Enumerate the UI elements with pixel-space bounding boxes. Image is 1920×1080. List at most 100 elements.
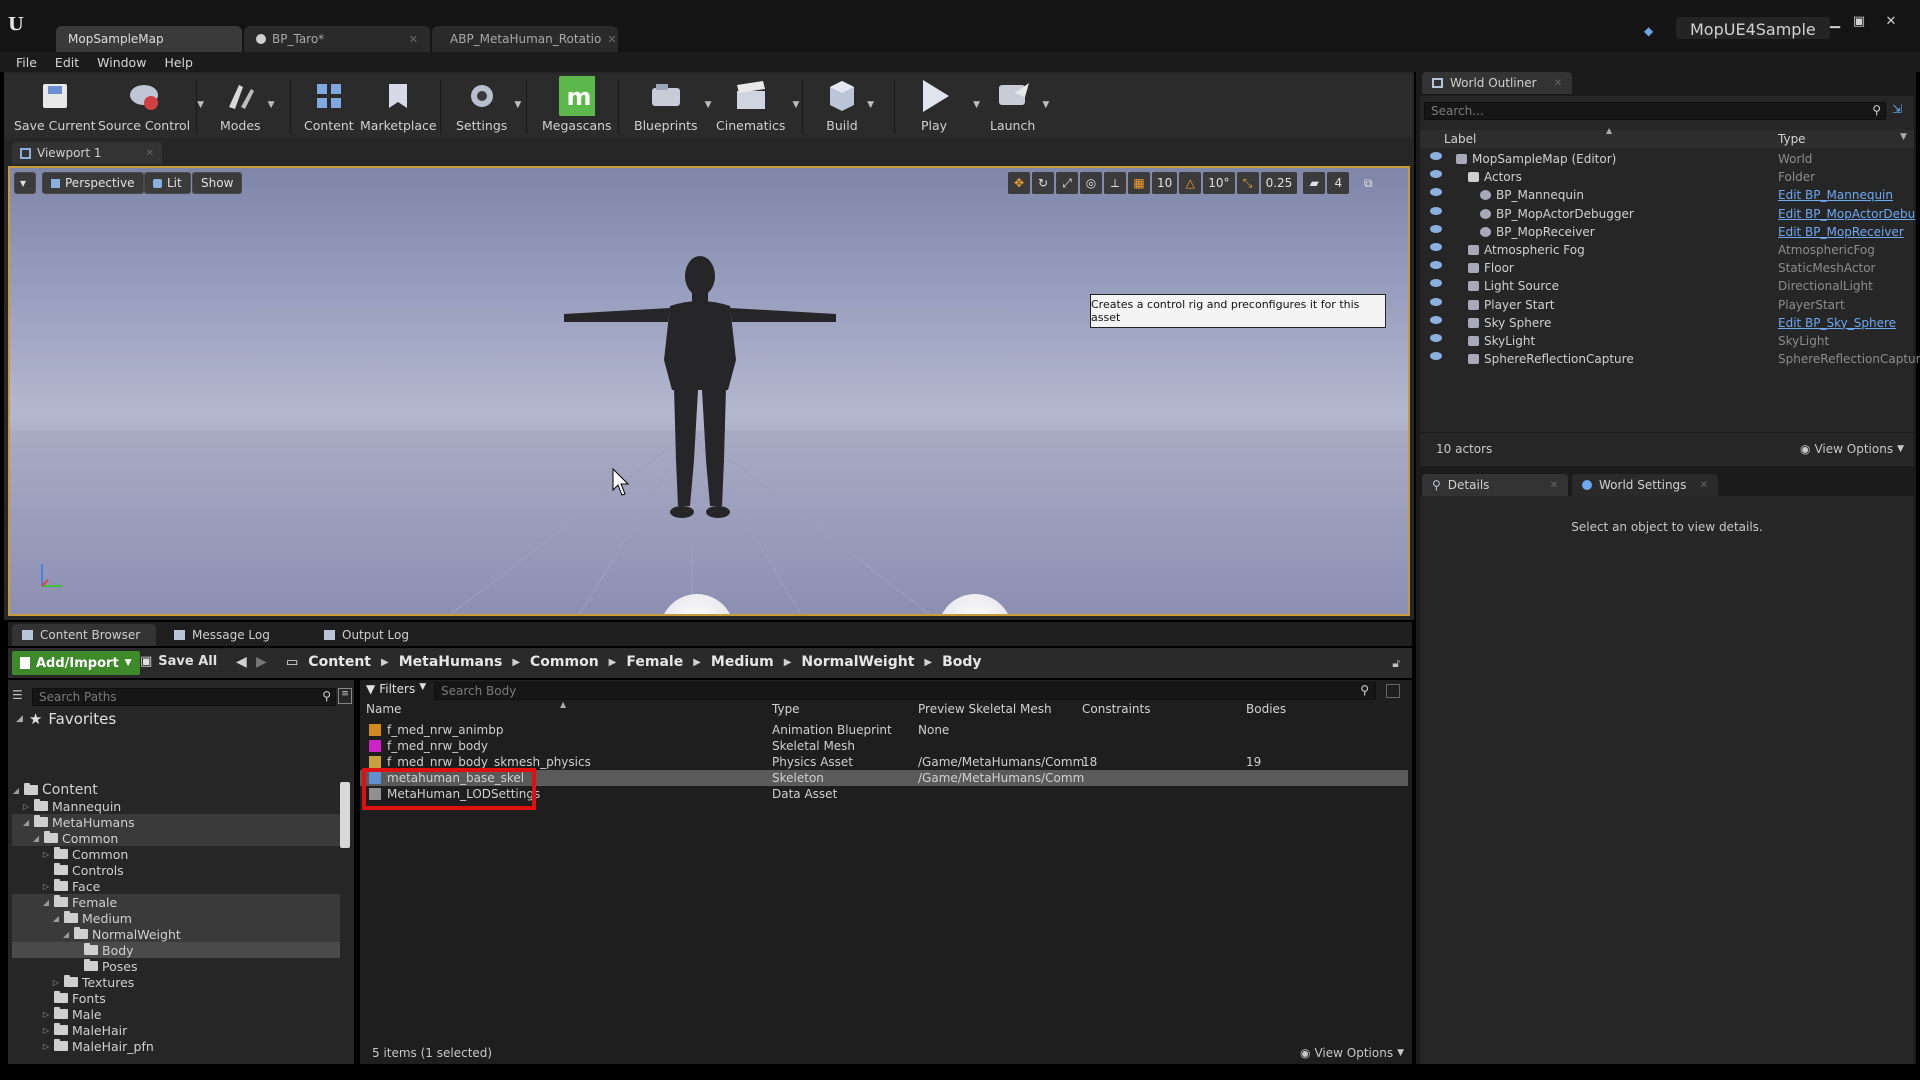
menu-edit[interactable]: Edit xyxy=(55,55,79,70)
folder-tree-item[interactable]: ▷ MaleHair_pfn xyxy=(12,1038,340,1054)
maximize-viewport-icon[interactable]: ⧉ xyxy=(1357,172,1379,194)
breadcrumb-metahumans[interactable]: MetaHumans xyxy=(399,654,503,670)
chevron-right-icon[interactable]: ▶ xyxy=(381,657,389,668)
outliner-row[interactable]: Floor StaticMeshActor xyxy=(1420,259,1914,277)
lit-button[interactable]: Lit xyxy=(144,172,191,194)
lock-icon[interactable]: 🔓︎ xyxy=(1392,656,1400,671)
breadcrumb-normalweight[interactable]: NormalWeight xyxy=(801,654,914,670)
scale-snap-value[interactable]: 0.25 xyxy=(1260,172,1298,194)
outliner-view-options-button[interactable]: ◉ View Options ▼ xyxy=(1800,442,1904,456)
tab-mopsamplemap[interactable]: MopSampleMap xyxy=(56,26,242,52)
grid-snap-icon[interactable]: ▦ xyxy=(1128,172,1150,194)
outliner-row[interactable]: Atmospheric Fog AtmosphericFog xyxy=(1420,241,1914,259)
chevron-down-icon[interactable]: ◢ xyxy=(32,834,40,843)
tab-world-outliner[interactable]: World Outliner ✕ xyxy=(1422,72,1572,94)
breadcrumb-body[interactable]: Body xyxy=(942,654,981,670)
breadcrumb-content[interactable]: Content xyxy=(308,654,371,670)
minimize-icon[interactable]: ▁ xyxy=(1824,15,1846,31)
column-header-type[interactable]: Type xyxy=(772,702,800,720)
tab-abp-metahuman[interactable]: ABP_MetaHuman_Rotatio ✕ xyxy=(432,26,618,52)
tab-bp-taro[interactable]: BP_Taro* ✕ xyxy=(244,26,430,52)
chevron-right-icon[interactable]: ▷ xyxy=(42,1026,50,1035)
menu-help[interactable]: Help xyxy=(164,55,193,70)
surface-snap-icon[interactable]: ⟂ xyxy=(1104,172,1126,194)
rotation-snap-value[interactable]: 10° xyxy=(1203,172,1235,194)
level-viewport[interactable]: ▾ Perspective Lit Show ✥ ↻ ⤢ ◎ ⟂ ▦ 10 △ … xyxy=(8,166,1410,616)
source-control-button[interactable]: Source Control ▼ xyxy=(98,76,204,138)
edit-blueprint-link[interactable]: Edit BP_MopActorDebu xyxy=(1778,207,1915,221)
chevron-right-icon[interactable]: ▶ xyxy=(512,657,520,668)
chevron-right-icon[interactable]: ▶ xyxy=(924,657,932,668)
visibility-eye-icon[interactable] xyxy=(1430,243,1442,251)
outliner-row[interactable]: SphereReflectionCapture SphereReflectionC… xyxy=(1420,350,1920,368)
chevron-down-icon[interactable]: ▼ xyxy=(973,100,980,110)
modes-button[interactable]: Modes ▼ xyxy=(220,76,275,138)
scale-icon[interactable]: ⤢ xyxy=(1056,172,1078,194)
viewport-options-button[interactable]: ▾ xyxy=(14,172,36,194)
folder-tree-item[interactable]: ◢ Female xyxy=(12,894,340,910)
feedback-icon[interactable]: ◆ xyxy=(1644,24,1658,38)
search-body-input[interactable]: Search Body ⚲ xyxy=(434,682,1376,700)
folder-tree-item[interactable]: ▷ Face xyxy=(12,878,340,894)
cinematics-button[interactable]: Cinematics ▼ xyxy=(716,76,799,138)
search-paths-input[interactable]: Search Paths ⚲ xyxy=(32,688,336,706)
asset-row[interactable]: f_med_nrw_body Skeletal Mesh xyxy=(360,738,1408,754)
maximize-icon[interactable]: ▣ xyxy=(1848,15,1870,31)
unreal-logo-icon[interactable]: U xyxy=(8,14,30,36)
tab-content-browser[interactable]: Content Browser xyxy=(12,624,156,646)
visibility-eye-icon[interactable] xyxy=(1430,224,1442,233)
rotation-snap-icon[interactable]: △ xyxy=(1179,172,1202,194)
chevron-down-icon[interactable]: ▼ xyxy=(1042,100,1049,110)
save-search-icon[interactable] xyxy=(1386,684,1400,698)
chevron-right-icon[interactable]: ▷ xyxy=(22,802,30,811)
rotate-icon[interactable]: ↻ xyxy=(1032,172,1054,194)
launch-button[interactable]: Launch ▼ xyxy=(990,76,1049,138)
visibility-eye-icon[interactable] xyxy=(1430,170,1442,179)
chevron-down-icon[interactable]: ◢ xyxy=(22,818,30,827)
close-icon[interactable]: ✕ xyxy=(146,148,154,159)
close-icon[interactable]: ✕ xyxy=(409,33,418,46)
breadcrumb-common[interactable]: Common xyxy=(530,654,599,670)
marketplace-button[interactable]: Marketplace xyxy=(360,76,437,138)
forward-arrow-icon[interactable]: ▶ xyxy=(256,654,267,670)
save-current-button[interactable]: Save Current xyxy=(14,76,96,138)
chevron-right-icon[interactable]: ▶ xyxy=(693,657,701,668)
edit-blueprint-link[interactable]: Edit BP_Sky_Sphere xyxy=(1778,316,1896,330)
outliner-row[interactable]: SkyLight SkyLight xyxy=(1420,332,1914,350)
menu-window[interactable]: Window xyxy=(97,55,146,70)
camera-speed-icon[interactable]: ▰ xyxy=(1303,172,1326,194)
visibility-eye-icon[interactable] xyxy=(1430,297,1442,306)
folder-tree-item[interactable]: ◢ Common xyxy=(12,830,340,846)
folder-tree-item[interactable]: ◢ NormalWeight xyxy=(12,926,340,942)
scale-snap-icon[interactable]: ⤡ xyxy=(1236,172,1259,194)
close-icon[interactable]: ✕ xyxy=(1700,480,1708,491)
content-button[interactable]: Content xyxy=(304,76,354,138)
settings-button[interactable]: Settings ▼ xyxy=(456,76,521,138)
visibility-eye-icon[interactable] xyxy=(1430,152,1442,160)
blueprints-button[interactable]: Blueprints ▼ xyxy=(634,76,712,138)
outliner-row[interactable]: Actors Folder xyxy=(1420,168,1914,186)
chevron-down-icon[interactable]: ◢ xyxy=(42,898,50,907)
column-header-name[interactable]: Name xyxy=(366,702,401,720)
folder-tree-item[interactable]: ◢ Medium xyxy=(12,910,340,926)
play-button[interactable]: Play ▼ xyxy=(916,76,980,138)
folder-tree-item[interactable]: ▷ Textures xyxy=(12,974,340,990)
close-window-icon[interactable]: ✕ xyxy=(1880,15,1902,31)
asset-row[interactable]: f_med_nrw_animbp Animation Blueprint None xyxy=(360,722,1408,738)
add-import-button[interactable]: Add/Import ▼ xyxy=(12,651,140,675)
mannequin-character[interactable] xyxy=(560,250,840,530)
folder-tree-item[interactable]: ◢ Content xyxy=(12,782,340,798)
visibility-eye-icon[interactable] xyxy=(1430,188,1442,197)
folder-tree-item[interactable]: ▷ Male xyxy=(12,1006,340,1022)
chevron-down-icon[interactable]: ◢ xyxy=(12,786,20,795)
folder-tree-item[interactable]: Controls xyxy=(12,862,340,878)
folder-tree-item[interactable]: ◢ MetaHumans xyxy=(12,814,340,830)
back-arrow-icon[interactable]: ◀ xyxy=(236,654,247,670)
column-header-bodies[interactable]: Bodies xyxy=(1246,702,1286,720)
outliner-row[interactable]: BP_Mannequin Edit BP_Mannequin xyxy=(1420,186,1914,204)
breadcrumb-medium[interactable]: Medium xyxy=(711,654,774,670)
column-header-constraints[interactable]: Constraints xyxy=(1082,702,1150,720)
outliner-row[interactable]: Sky Sphere Edit BP_Sky_Sphere xyxy=(1420,314,1914,332)
folder-tree-item[interactable]: Body xyxy=(12,942,340,958)
filters-button[interactable]: ▼ Filters ▼ xyxy=(366,682,426,696)
